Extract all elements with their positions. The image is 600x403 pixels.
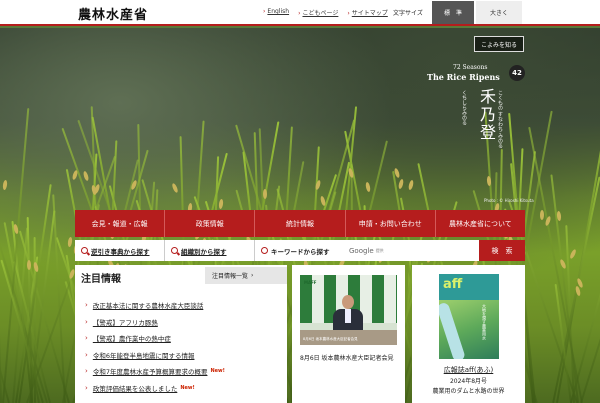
season-calendar-button[interactable]: こよみを知る xyxy=(474,36,524,52)
aff-logo: aff xyxy=(443,277,463,292)
news-item[interactable]: › 改正基本法に関する農林水産大臣談話 xyxy=(85,297,225,314)
search-icon xyxy=(81,247,88,254)
video-caption[interactable]: 8月6日 坂本農林水産大臣記者会見 xyxy=(300,353,394,362)
press-video-panel: MAFF 8月6日 坂本農林水産大臣記者会見 8月6日 坂本農林水産大臣記者会見 xyxy=(292,265,405,403)
press-video-thumbnail[interactable]: MAFF 8月6日 坂本農林水産大臣記者会見 xyxy=(300,275,397,345)
news-item-link[interactable]: 【警戒】農作業中の熱中症 xyxy=(93,333,171,343)
site-header: 農林水産省 English こどもページ サイトマップ 文字サイズ 標 準 大き… xyxy=(0,0,600,26)
new-badge: New! xyxy=(180,384,195,391)
nav-about[interactable]: 農林水産省について xyxy=(436,210,525,237)
keyword-search-label: キーワードから探す xyxy=(255,240,347,261)
cover-headline: 大地を潤す農業用水 xyxy=(482,304,487,340)
season-en-label: 72 Seasons xyxy=(453,64,488,71)
news-item[interactable]: › 令和6年能登半島地震に関する情報 xyxy=(85,347,225,364)
search-button[interactable]: 検 索 xyxy=(479,240,525,261)
chevron-right-icon: › xyxy=(85,334,88,343)
news-item-link[interactable]: 政策評価結果を公表しました xyxy=(93,383,178,393)
magazine-cover[interactable]: aff 大地を潤す農業用水 xyxy=(439,274,499,359)
nav-statistics[interactable]: 統計情報 xyxy=(255,210,346,237)
news-item[interactable]: › 政策評価結果を公表しました New! xyxy=(85,380,225,397)
keyword-search-text: キーワードから探す xyxy=(271,247,330,256)
google-provided-label: 提供 xyxy=(375,247,384,253)
search-by-org-link[interactable]: 組織別から探す xyxy=(165,240,255,261)
video-overlay-caption: 8月6日 坂本農林水産大臣記者会見 xyxy=(303,337,358,341)
season-kana-reading: くちしらみのる xyxy=(461,90,467,125)
site-logo[interactable]: 農林水産省 xyxy=(78,4,148,23)
news-item[interactable]: › 令和7年度農林水産予算概算要求の概要 New! xyxy=(85,363,225,380)
english-link[interactable]: English xyxy=(263,8,289,17)
new-badge: New! xyxy=(210,368,225,375)
news-item-link[interactable]: 【警戒】アフリカ豚熱 xyxy=(93,317,158,327)
news-item-link[interactable]: 改正基本法に関する農林水産大臣談話 xyxy=(93,300,204,310)
sitemap-link[interactable]: サイトマップ xyxy=(347,8,388,17)
featured-news-panel: 注目情報 注目情報一覧 › 改正基本法に関する農林水産大臣談話 › 【警戒】アフリカ豚… xyxy=(75,265,287,403)
season-en-title: The Rice Ripens xyxy=(427,72,500,82)
search-icon xyxy=(171,247,178,254)
search-by-item-link[interactable]: 逆引き事典から探す xyxy=(75,240,165,261)
search-bar: 逆引き事典から探す 組織別から探す キーワードから探す Google 提供 検 … xyxy=(75,240,525,261)
chevron-right-icon: › xyxy=(85,383,88,392)
season-kana-meaning: こくもの すなわち みのる xyxy=(497,90,503,149)
search-input[interactable]: Google 提供 xyxy=(347,240,479,261)
chevron-right-icon: › xyxy=(85,317,88,326)
magazine-panel: aff 大地を潤す農業用水 広報誌aff(あふ) 2024年8月号 農業用のダム… xyxy=(412,265,525,403)
font-size-large-button[interactable]: 大きく xyxy=(476,1,522,24)
news-all-link[interactable]: 注目情報一覧 xyxy=(205,267,287,284)
news-item[interactable]: › 【警戒】アフリカ豚熱 xyxy=(85,314,225,331)
kids-page-link[interactable]: こどもページ xyxy=(298,8,338,17)
magazine-title-link[interactable]: 広報誌aff(あふ) xyxy=(412,365,525,375)
news-item-link[interactable]: 令和7年度農林水産予算概算要求の概要 xyxy=(93,366,208,376)
season-jp-title: 禾乃登 xyxy=(477,88,496,142)
chevron-right-icon: › xyxy=(85,350,88,359)
header-links: English こどもページ サイトマップ xyxy=(263,8,388,17)
chevron-right-icon: › xyxy=(85,367,88,376)
season-number-badge: 42 xyxy=(509,65,525,81)
search-by-org-label: 組織別から探す xyxy=(181,247,227,256)
chevron-right-icon: › xyxy=(85,301,88,310)
search-icon xyxy=(261,247,268,254)
magazine-issue: 2024年8月号 xyxy=(449,378,488,385)
news-item[interactable]: › 【警戒】農作業中の熱中症 xyxy=(85,330,225,347)
magazine-description: 農業用のダムと水路の世界 xyxy=(432,388,505,395)
nav-press[interactable]: 会見・報道・広報 xyxy=(75,210,166,237)
font-size-label: 文字サイズ xyxy=(393,10,423,17)
nav-policy[interactable]: 政策情報 xyxy=(165,210,256,237)
maff-logo: MAFF xyxy=(304,280,317,285)
search-by-item-label: 逆引き事典から探す xyxy=(91,247,150,256)
news-item-link[interactable]: 令和6年能登半島地震に関する情報 xyxy=(93,350,195,360)
news-list: › 改正基本法に関する農林水産大臣談話 › 【警戒】アフリカ豚熱 › 【警戒】農作業中の熱… xyxy=(85,297,225,396)
main-navigation: 会見・報道・広報 政策情報 統計情報 申請・お問い合わせ 農林水産省について xyxy=(75,210,525,237)
nav-applications[interactable]: 申請・お問い合わせ xyxy=(346,210,436,237)
font-size-standard-button[interactable]: 標 準 xyxy=(432,1,474,24)
google-logo: Google xyxy=(349,246,374,255)
photo-credit: Photo : © Hiroshi Kitsuta xyxy=(484,198,534,203)
news-heading: 注目情報 xyxy=(81,274,121,285)
